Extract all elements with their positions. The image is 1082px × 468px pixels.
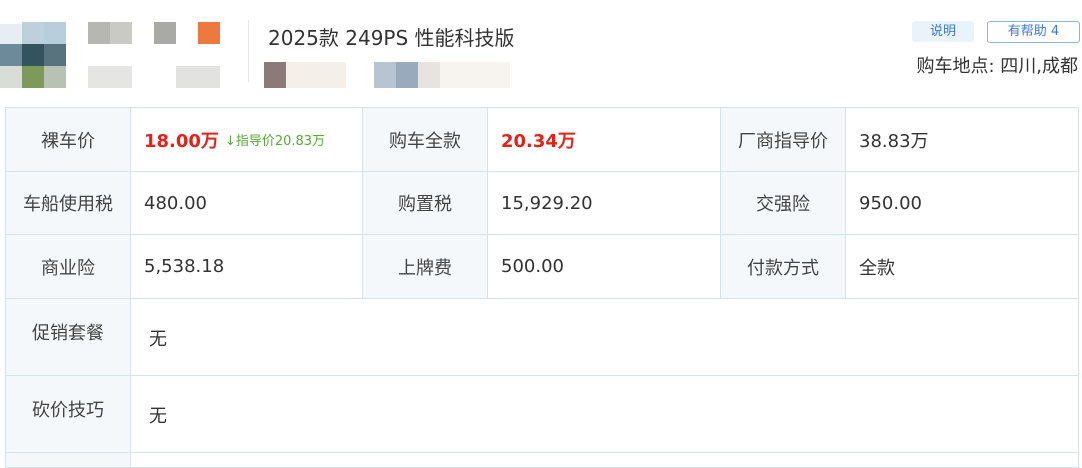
license-fee-value: 500.00 <box>488 235 721 299</box>
haggle-tips-value: 无 <box>131 376 1079 453</box>
purchase-location: 购车地点: 四川,成都 <box>916 56 1078 77</box>
commercial-insurance-value: 5,538.18 <box>131 235 363 299</box>
license-fee-label: 上牌费 <box>363 235 488 299</box>
explain-tag[interactable]: 说明 <box>912 21 974 42</box>
compulsory-insurance-label: 交强险 <box>721 172 846 235</box>
promo-package-label: 促销套餐 <box>6 299 131 376</box>
total-price-label: 购车全款 <box>363 108 488 172</box>
commercial-insurance-label: 商业险 <box>6 235 131 299</box>
header-divider <box>248 20 249 82</box>
bare-price-label: 裸车价 <box>6 108 131 172</box>
promo-package-value: 无 <box>131 299 1079 376</box>
next-row-label <box>6 453 131 468</box>
user-info-blurred <box>262 62 532 88</box>
helpful-button[interactable]: 有帮助 4 <box>987 21 1080 43</box>
purchase-tax-label: 购置税 <box>363 172 488 235</box>
vehicle-tax-value: 480.00 <box>131 172 363 235</box>
compulsory-insurance-value: 950.00 <box>846 172 1079 235</box>
msrp-value: 38.83万 <box>846 108 1079 172</box>
payment-method-label: 付款方式 <box>721 235 846 299</box>
msrp-discount-note: ↓指导价20.83万 <box>224 134 326 149</box>
vehicle-tax-label: 车船使用税 <box>6 172 131 235</box>
next-row-value <box>131 453 1079 468</box>
bare-price-value-cell: 18.00万 ↓指导价20.83万 <box>131 108 363 172</box>
bare-price-value: 18.00万 <box>144 130 219 152</box>
user-avatar-blurred[interactable] <box>0 18 225 90</box>
total-price-value: 20.34万 <box>488 108 721 172</box>
purchase-tax-value: 15,929.20 <box>488 172 721 235</box>
car-model-title[interactable]: 2025款 249PS 性能科技版 <box>268 22 515 51</box>
msrp-label: 厂商指导价 <box>721 108 846 172</box>
price-table: 裸车价 18.00万 ↓指导价20.83万 购车全款 20.34万 厂商指导价 … <box>5 107 1079 468</box>
payment-method-value: 全款 <box>846 235 1079 299</box>
haggle-tips-label: 砍价技巧 <box>6 376 131 453</box>
